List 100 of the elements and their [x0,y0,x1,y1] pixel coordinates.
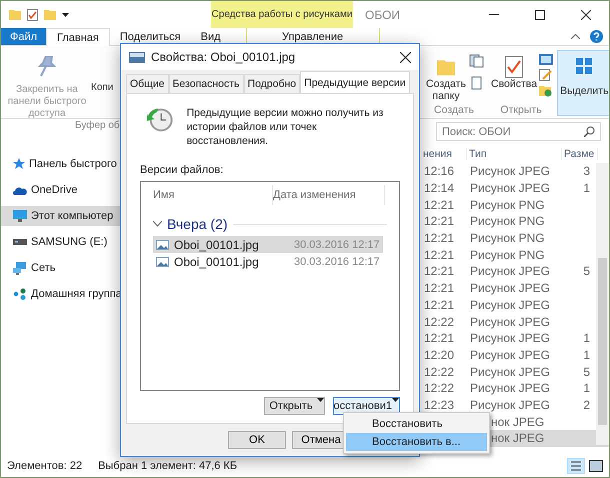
file-size: 1 [583,331,590,346]
file-size: 1 [583,181,590,196]
file-time: 12:20 [424,348,454,362]
group-label: Открыть [500,104,542,116]
info-text: Предыдущие версии можно получить из истории файлов или точек восстановления. [186,106,384,148]
context-tab-label: Средства работы с рисунками [211,1,353,28]
file-time: 12:22 [424,381,454,396]
nav-item[interactable]: Сеть [1,258,125,278]
select-button[interactable]: Выделить [557,50,609,116]
copy-button-label[interactable]: Копи [91,82,114,93]
image-file-icon [129,52,145,63]
caret-icon [392,398,399,402]
menu-item[interactable]: Восстановить в... [346,433,487,451]
file-time: 12:22 [424,364,454,379]
maximize-icon[interactable] [535,10,545,20]
version-row[interactable]: Oboi_00101.jpg 30.03.2016 12:17 [153,236,383,254]
dialog-tab[interactable]: Предыдущие версии [300,71,410,94]
clock-icon [146,106,173,134]
close-icon[interactable] [400,52,411,63]
file-time: 12:22 [424,314,454,329]
file-time: 12:16 [424,164,454,178]
file-type: Рисунок PNG [470,198,545,212]
file-size: 1 [583,381,590,396]
group-label: Буфер об [75,120,120,131]
file-type: Рисунок JPEG [470,364,550,379]
menu-item[interactable]: Восстановить [346,415,487,433]
caret-icon [62,12,69,16]
file-time: 12:21 [424,331,454,346]
open-button[interactable]: Открыть [264,397,325,416]
pin-icon [38,56,56,78]
column-header[interactable]: Имя [153,185,273,206]
column-header[interactable]: Разме [562,148,598,160]
close-icon[interactable] [581,10,591,20]
file-type: Рисунок JPEG [470,281,550,296]
dialog-button[interactable]: OK [228,431,286,450]
dialog-tab[interactable]: Безопасность [168,74,244,94]
file-time: 12:21 [424,281,454,296]
ribbon-tab[interactable]: Главная [46,28,110,46]
image-file-icon [156,256,169,267]
nav-item[interactable]: OneDrive [1,180,125,200]
grid-icon [575,57,594,75]
file-time: 12:21 [424,248,454,262]
ribbon-tab[interactable]: Поделиться [110,28,191,45]
window-title: ОБОИ [364,6,402,24]
caret-icon [316,398,324,402]
nav-item[interactable]: SAMSUNG (E:) [1,232,125,252]
ribbon-tab[interactable]: Файл [1,28,46,45]
file-type: Рисунок PNG [470,231,545,246]
dialog-tab[interactable]: Общие [126,74,169,94]
version-row[interactable]: Oboi_00101.jpg 30.03.2016 12:17 [153,253,383,270]
details-view-icon[interactable] [567,458,585,474]
monitor-icon [13,210,27,222]
star-icon [13,158,25,170]
nav-item[interactable]: Панель быстрого [1,154,125,174]
file-time: 12:14 [424,181,454,196]
status-selection: Выбран 1 элемент: 47,6 КБ [98,460,238,472]
file-type: Рисунок PNG [470,214,545,228]
chevron-icon[interactable] [153,221,162,228]
file-type: нок JPEG [491,414,544,429]
file-time: 12:21 [424,264,454,278]
help-icon[interactable] [590,30,603,43]
file-type: Рисунок PNG [470,248,545,262]
file-size: 5 [583,264,590,278]
new-folder-button[interactable]: Создать папку [423,50,469,104]
file-type: Рисунок JPEG [470,398,550,412]
edit-icon[interactable] [539,69,554,81]
scrollbar[interactable] [596,163,609,445]
file-time: 12:21 [424,298,454,312]
open-icon[interactable] [539,54,554,65]
search-field[interactable]: Поиск: ОБОИ [436,122,601,141]
homegroup-icon [13,288,27,300]
file-time: 12:21 [424,231,454,246]
column-header[interactable]: Дата изменения [273,185,385,206]
properties-button[interactable]: Свойства [489,50,540,104]
drive-icon [13,239,27,245]
collapse-ribbon-icon[interactable] [571,34,580,39]
file-type: Рисунок JPEG [470,381,550,396]
dialog-title: Свойства: Oboi_00101.jpg [151,50,296,64]
network-icon [13,262,27,274]
thumbnails-view-icon[interactable] [589,460,603,472]
file-time: 12:21 [424,198,454,212]
file-size: 3 [583,164,590,178]
file-size: 2 [583,398,590,412]
file-type: Рисунок JPEG [470,264,550,278]
status-count: Элементов: 22 [7,460,82,472]
group-heading: Вчера (2) [167,216,228,232]
file-type: Рисунок JPEG [470,331,550,346]
file-type: Рисунок JPEG [470,314,550,329]
ribbon-tab[interactable]: Вид [190,28,231,45]
versions-label: Версии файлов: [140,164,224,176]
group-label: Создать [434,104,474,116]
file-type: Рисунок JPEG [470,181,550,196]
file-type: Рисунок JPEG [470,348,550,362]
column-header[interactable]: Тип [467,148,562,160]
file-type: Рисунок JPEG [470,298,550,312]
properties-icon[interactable] [27,8,38,20]
column-header[interactable]: нения [421,148,467,160]
file-time: 12:23 [424,398,454,412]
file-type: Рисунок JPEG [470,164,550,178]
dialog-tab[interactable]: Подробно [244,74,300,94]
